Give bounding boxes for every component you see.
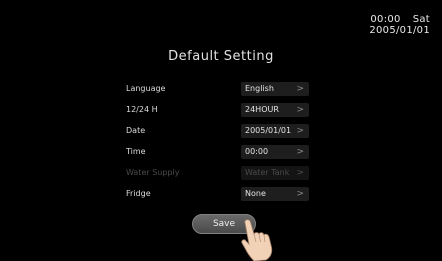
clock-time: 00:00 (370, 14, 401, 25)
setting-row-fridge: Fridge None > (0, 187, 442, 201)
chevron-right-icon: > (296, 147, 304, 157)
date-select[interactable]: 2005/01/01 > (241, 124, 309, 138)
setting-row-time: Time 00:00 > (0, 145, 442, 159)
setting-row-date: Date 2005/01/01 > (0, 124, 442, 138)
hand-pointer-icon (241, 219, 273, 261)
fridge-value: None (245, 189, 266, 198)
setting-label-language: Language (126, 84, 166, 93)
clock-time-row: 00:00 Sat (369, 14, 430, 25)
default-setting-screen: 00:00 Sat 2005/01/01 Default Setting Lang… (0, 0, 442, 261)
clock-date: 2005/01/01 (369, 25, 430, 36)
time-select[interactable]: 00:00 > (241, 145, 309, 159)
date-value: 2005/01/01 (245, 126, 292, 135)
chevron-right-icon: > (296, 84, 304, 94)
language-value: English (245, 84, 274, 93)
clock-weekday: Sat (412, 14, 430, 25)
chevron-right-icon: > (296, 126, 304, 136)
setting-label-time: Time (126, 147, 146, 156)
water-supply-value: Water Tank (245, 168, 290, 177)
hour-format-select[interactable]: 24HOUR > (241, 103, 309, 117)
water-supply-select: Water Tank > (241, 166, 309, 180)
setting-label-fridge: Fridge (126, 189, 151, 198)
chevron-right-icon: > (296, 105, 304, 115)
chevron-right-icon: > (296, 168, 304, 178)
language-select[interactable]: English > (241, 82, 309, 96)
time-value: 00:00 (245, 147, 269, 156)
setting-row-water-supply: Water Supply Water Tank > (0, 166, 442, 180)
page-title: Default Setting (168, 49, 274, 64)
setting-label-water-supply: Water Supply (126, 168, 180, 177)
hour-format-value: 24HOUR (245, 105, 279, 114)
setting-row-language: Language English > (0, 82, 442, 96)
clock-display: 00:00 Sat 2005/01/01 (369, 14, 430, 36)
chevron-right-icon: > (296, 189, 304, 199)
setting-row-12-24h: 12/24 H 24HOUR > (0, 103, 442, 117)
setting-label-date: Date (126, 126, 146, 135)
fridge-select[interactable]: None > (241, 187, 309, 201)
setting-label-12-24h: 12/24 H (126, 105, 158, 114)
